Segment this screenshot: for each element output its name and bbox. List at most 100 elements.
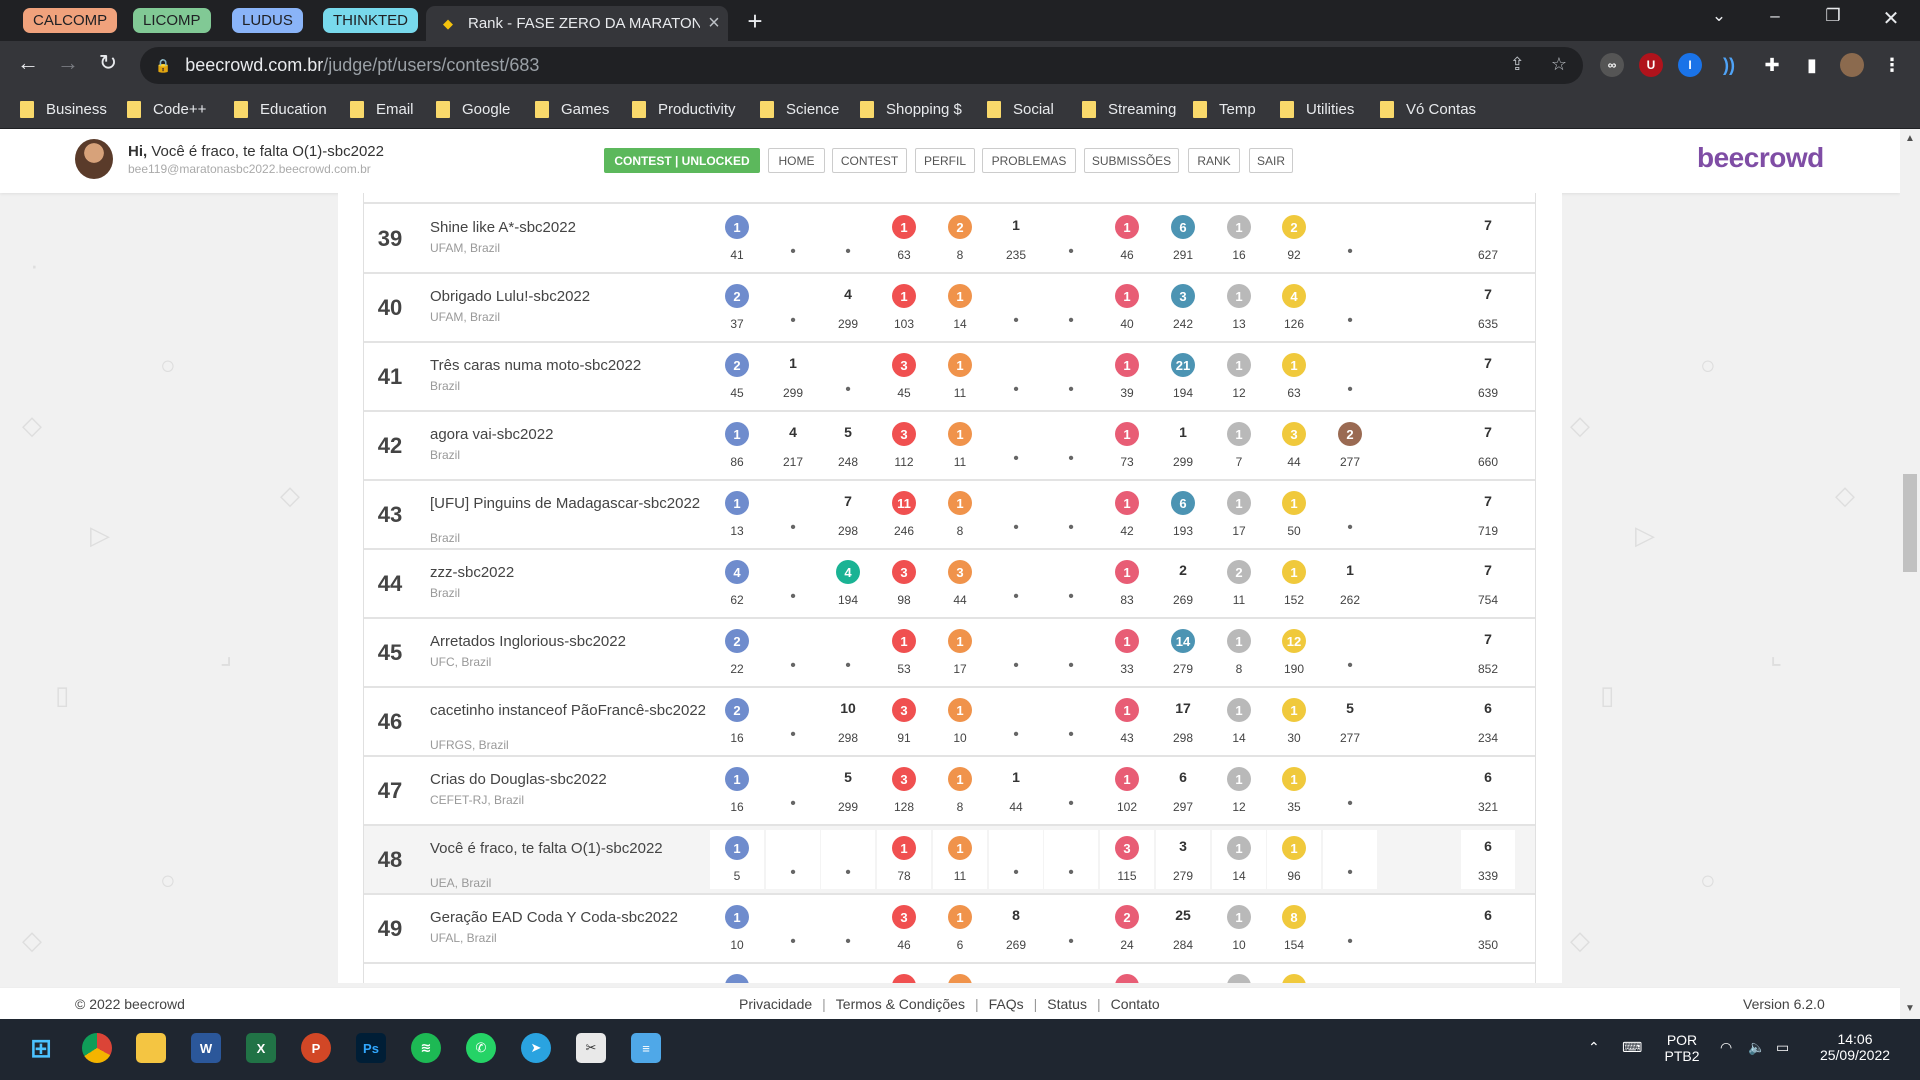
team-name[interactable]: zzz-sbc2022 <box>430 565 710 580</box>
footer-link-faqs[interactable]: FAQs <box>989 996 1024 1012</box>
team-name[interactable]: Shine like A*-sbc2022 <box>430 220 710 235</box>
windows-start-icon[interactable]: ⊞ <box>26 1033 56 1063</box>
team-name[interactable]: cacetinho instanceof PãoFrancê-sbc2022 <box>430 703 710 718</box>
excel-icon[interactable]: X <box>246 1033 276 1063</box>
no-attempt-dot: • <box>1347 519 1353 536</box>
bookmark-education[interactable]: Education <box>234 97 327 121</box>
footer-link-status[interactable]: Status <box>1047 996 1087 1012</box>
bookmark-games[interactable]: Games <box>535 97 609 121</box>
keyboard-icon[interactable]: ⌨ <box>1622 1039 1642 1056</box>
team-name[interactable]: agora vai-sbc2022 <box>430 427 710 442</box>
extensions-puzzle-icon[interactable]: ✚ <box>1760 53 1784 77</box>
ext-bitwarden-icon[interactable]: I <box>1678 53 1702 77</box>
new-tab-icon[interactable]: + <box>740 6 770 37</box>
team-name[interactable]: Obrigado Lulu!-sbc2022 <box>430 289 710 304</box>
restore-icon[interactable]: ❐ <box>1805 6 1861 26</box>
contest-unlocked-button[interactable]: CONTEST | UNLOCKED <box>604 148 760 173</box>
team-name[interactable]: [UFU] Pinguins de Madagascar-sbc2022 <box>430 496 710 511</box>
close-tab-icon[interactable]: × <box>700 12 728 35</box>
bookmark-productivity[interactable]: Productivity <box>632 97 736 121</box>
scroll-up-icon[interactable]: ▲ <box>1905 133 1915 144</box>
whatsapp-icon[interactable]: ✆ <box>466 1033 496 1063</box>
menu-sair[interactable]: SAIR <box>1249 148 1293 173</box>
minimize-icon[interactable]: – <box>1747 6 1803 26</box>
bookmark-email[interactable]: Email <box>350 97 414 121</box>
team-name[interactable]: Arretados Inglorious-sbc2022 <box>430 634 710 649</box>
table-row[interactable]: 44 zzz-sbc2022 Brazil 4 62 • 4 194 3 98 3 44 • • 1 83 2 2… <box>364 550 1535 619</box>
volume-icon[interactable]: 🔈 <box>1748 1039 1765 1056</box>
table-row[interactable]: 46 cacetinho instanceof PãoFrancê-sbc2022… <box>364 688 1535 757</box>
word-icon[interactable]: W <box>191 1033 221 1063</box>
bookmark-science[interactable]: Science <box>760 97 839 121</box>
team-name[interactable]: Três caras numa moto-sbc2022 <box>430 358 710 373</box>
table-row[interactable]: 40 Obrigado Lulu!-sbc2022 UFAM, Brazil 2 37 •… <box>364 274 1535 343</box>
table-row[interactable]: 42 agora vai-sbc2022 Brazil 1 86 4 217 5 248 3 112… <box>364 412 1535 481</box>
tab-group-thinkted[interactable]: THINKTED <box>323 8 418 33</box>
team-name[interactable]: Crias do Douglas-sbc2022 <box>430 772 710 787</box>
chrome-menu-icon[interactable]: ⋮ <box>1880 53 1904 77</box>
footer-link-contato[interactable]: Contato <box>1111 996 1160 1012</box>
bookmark-social[interactable]: Social <box>987 97 1054 121</box>
bookmark-temp[interactable]: Temp <box>1193 97 1256 121</box>
table-row[interactable]: 47 Crias do Douglas-sbc2022 CEFET-RJ, Braz… <box>364 757 1535 826</box>
bookmark-code[interactable]: Code++ <box>127 97 206 121</box>
scrollbar-thumb[interactable] <box>1903 474 1917 572</box>
active-tab[interactable]: ◆ Rank - FASE ZERO DA MARATONA × <box>426 6 728 41</box>
menu-contest[interactable]: CONTEST <box>832 148 907 173</box>
ext-wave-icon[interactable]: )) <box>1717 53 1741 77</box>
forward-icon[interactable]: → <box>52 50 84 76</box>
side-panel-icon[interactable]: ▮ <box>1800 53 1824 77</box>
file-explorer-icon[interactable] <box>136 1033 166 1063</box>
profile-avatar[interactable] <box>1840 53 1864 77</box>
scroll-down-icon[interactable]: ▼ <box>1905 1003 1915 1014</box>
close-window-icon[interactable]: ✕ <box>1863 6 1919 31</box>
footer-link-privacidade[interactable]: Privacidade <box>739 996 812 1012</box>
wifi-icon[interactable]: ◠ <box>1720 1039 1732 1056</box>
battery-icon[interactable]: ▭ <box>1776 1039 1789 1056</box>
powerpoint-icon[interactable]: P <box>301 1033 331 1063</box>
back-icon[interactable]: ← <box>12 50 44 76</box>
notepad-icon[interactable]: ≡ <box>631 1033 661 1063</box>
footer-link-termos[interactable]: Termos & Condições <box>836 996 965 1012</box>
team-name[interactable]: Geração EAD Coda Y Coda-sbc2022 <box>430 910 710 925</box>
team-name[interactable]: Você é fraco, te falta O(1)-sbc2022 <box>430 841 710 856</box>
beecrowd-logo[interactable]: beecrowd <box>1697 142 1824 174</box>
photoshop-icon[interactable]: Ps <box>356 1033 386 1063</box>
language-indicator[interactable]: POR PTB2 <box>1660 1032 1704 1064</box>
address-bar[interactable]: 🔒 beecrowd.com.br /judge/pt/users/contes… <box>140 47 1583 84</box>
bookmark-star-icon[interactable]: ☆ <box>1551 54 1567 75</box>
tray-chevron-icon[interactable]: ⌃ <box>1588 1039 1600 1056</box>
menu-home[interactable]: HOME <box>768 148 825 173</box>
bookmark-shopping[interactable]: Shopping $ <box>860 97 962 121</box>
ext-ublock-icon[interactable]: U <box>1639 53 1663 77</box>
tab-group-ludus[interactable]: LUDUS <box>232 8 303 33</box>
bookmark-utilities[interactable]: Utilities <box>1280 97 1354 121</box>
menu-perfil[interactable]: PERFIL <box>915 148 975 173</box>
clock[interactable]: 14:06 25/09/2022 <box>1810 1031 1900 1063</box>
reload-icon[interactable]: ↻ <box>92 50 124 76</box>
chrome-icon[interactable] <box>82 1033 112 1063</box>
page-scrollbar[interactable]: ▲ ▼ <box>1900 129 1920 1019</box>
table-row[interactable]: 39 Shine like A*-sbc2022 UFAM, Brazil 1 41 • •… <box>364 205 1535 274</box>
share-icon[interactable]: ⇪ <box>1510 54 1525 75</box>
user-avatar[interactable] <box>75 139 113 179</box>
table-row-current-team[interactable]: 48 Você é fraco, te falta O(1)-sbc2022 UEA… <box>364 826 1535 895</box>
menu-rank[interactable]: RANK <box>1188 148 1240 173</box>
table-row[interactable]: 43 [UFU] Pinguins de Madagascar-sbc2022 Br… <box>364 481 1535 550</box>
bookmark-business[interactable]: Business <box>20 97 107 121</box>
ext-glasses-icon[interactable]: ∞ <box>1600 53 1624 77</box>
spotify-icon[interactable]: ≋ <box>411 1033 441 1063</box>
snipping-tool-icon[interactable]: ✂ <box>576 1033 606 1063</box>
tab-group-licomp[interactable]: LICOMP <box>133 8 211 33</box>
bookmark-vo-contas[interactable]: Vó Contas <box>1380 97 1476 121</box>
tab-group-calcomp[interactable]: CALCOMP <box>23 8 118 33</box>
tab-search-icon[interactable]: ⌄ <box>1691 6 1747 26</box>
menu-problemas[interactable]: PROBLEMAS <box>982 148 1076 173</box>
table-row[interactable]: 45 Arretados Inglorious-sbc2022 UFC, Brazi… <box>364 619 1535 688</box>
bookmark-streaming[interactable]: Streaming <box>1082 97 1176 121</box>
table-row[interactable]: 41 Três caras numa moto-sbc2022 Brazil 2 45 1… <box>364 343 1535 412</box>
menu-submissoes[interactable]: SUBMISSÕES <box>1084 148 1179 173</box>
table-row[interactable]: 49 Geração EAD Coda Y Coda-sbc2022 UFAL, B… <box>364 895 1535 964</box>
bookmark-google[interactable]: Google <box>436 97 510 121</box>
telegram-icon[interactable]: ➤ <box>521 1033 551 1063</box>
